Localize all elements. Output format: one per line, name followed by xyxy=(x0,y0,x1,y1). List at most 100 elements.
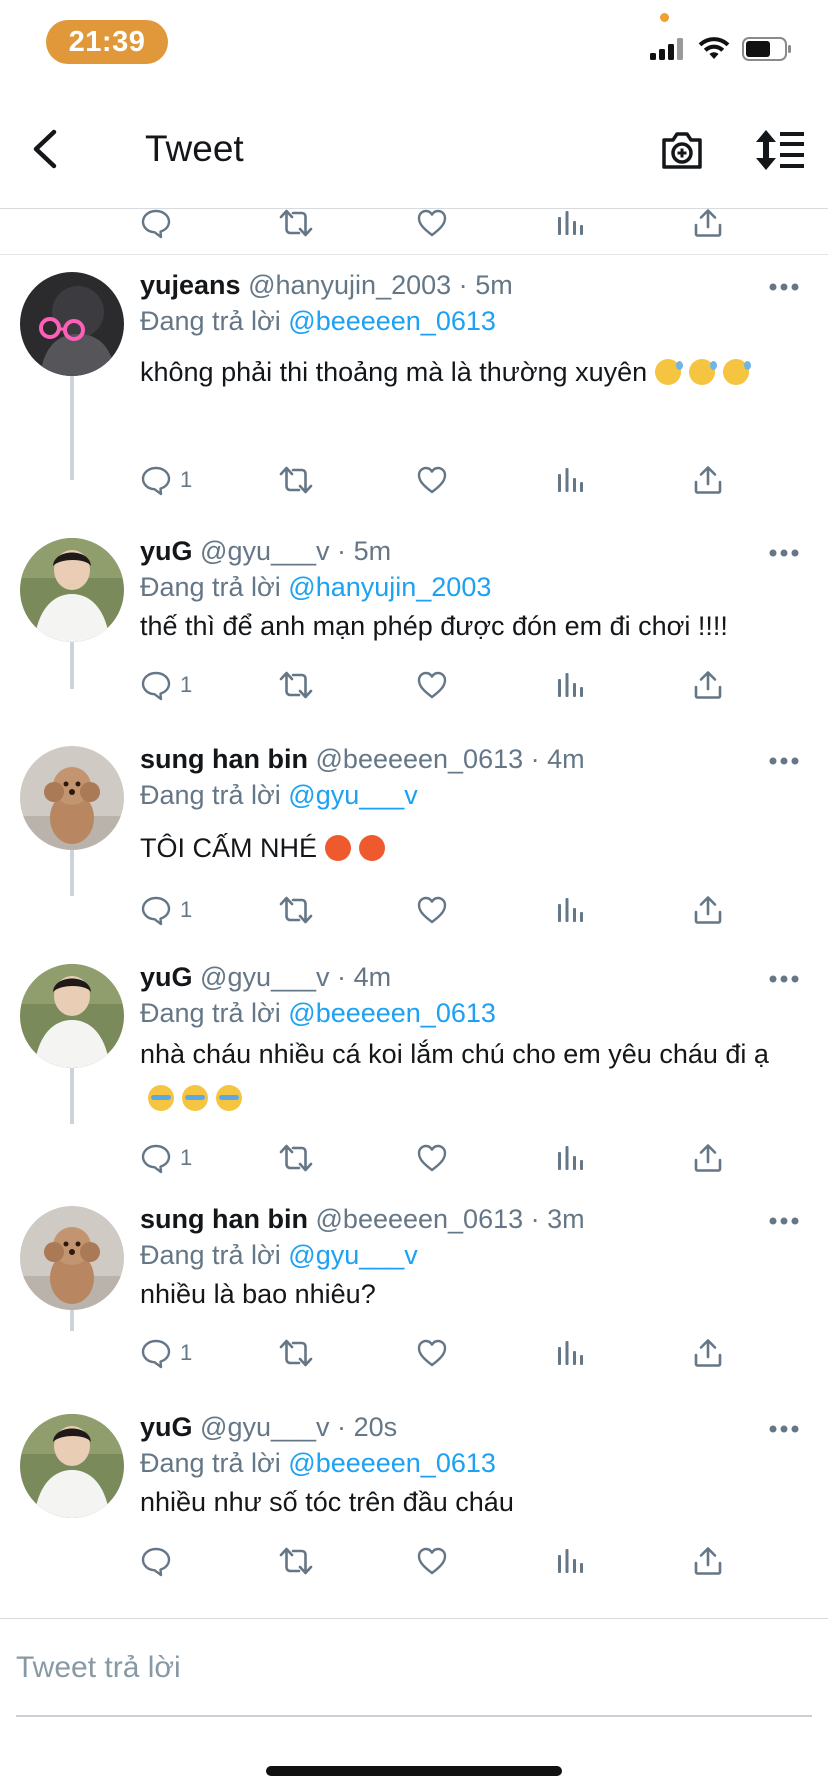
retweet-icon xyxy=(279,1339,313,1367)
wifi-icon xyxy=(698,37,730,59)
replying-to: Đang trả lời @gyu___v xyxy=(140,1240,418,1271)
analytics-button[interactable] xyxy=(554,205,586,241)
replying-to-mention[interactable]: @gyu___v xyxy=(288,780,418,810)
display-name[interactable]: sung han bin xyxy=(140,1204,308,1234)
like-button[interactable] xyxy=(416,667,448,703)
like-button[interactable] xyxy=(416,1140,448,1176)
more-options-button[interactable] xyxy=(768,972,800,986)
analytics-button[interactable] xyxy=(554,667,586,703)
display-name[interactable]: yuG xyxy=(140,962,193,992)
user-handle[interactable]: @gyu___v xyxy=(200,536,330,566)
separator-dot: · xyxy=(337,1412,347,1442)
replying-to-mention[interactable]: @hanyujin_2003 xyxy=(288,572,491,602)
signal-icon xyxy=(650,38,683,60)
retweet-button[interactable] xyxy=(278,892,314,928)
replying-to: Đang trả lời @hanyujin_2003 xyxy=(140,572,491,603)
reply-button[interactable]: 1 xyxy=(140,1140,192,1176)
display-name[interactable]: yuG xyxy=(140,1412,193,1442)
more-options-button[interactable] xyxy=(768,1214,800,1228)
display-name[interactable]: yuG xyxy=(140,536,193,566)
reply-button[interactable]: 1 xyxy=(140,1335,192,1371)
reply-button[interactable] xyxy=(140,205,172,241)
share-button[interactable] xyxy=(692,892,724,928)
share-button[interactable] xyxy=(692,205,724,241)
more-options-button[interactable] xyxy=(768,1422,800,1436)
share-icon xyxy=(694,1144,722,1172)
avatar[interactable] xyxy=(20,1414,124,1518)
reply-button[interactable]: 1 xyxy=(140,462,192,498)
like-button[interactable] xyxy=(416,205,448,241)
grinning-sweat-emoji-icon xyxy=(655,359,684,385)
user-handle[interactable]: @beeeeen_0613 xyxy=(316,744,524,774)
avatar[interactable] xyxy=(20,272,124,376)
camera-button[interactable] xyxy=(660,128,704,172)
display-name[interactable]: yujeans xyxy=(140,270,241,300)
reply-button[interactable]: 1 xyxy=(140,892,192,928)
analytics-button[interactable] xyxy=(554,1543,586,1579)
like-icon xyxy=(417,209,447,237)
replying-to-mention[interactable]: @beeeeen_0613 xyxy=(288,1448,496,1478)
reply-count: 1 xyxy=(180,467,193,492)
share-icon xyxy=(694,1547,722,1575)
like-icon xyxy=(417,896,447,924)
analytics-icon xyxy=(558,211,583,235)
share-button[interactable] xyxy=(692,462,724,498)
timestamp: 4m xyxy=(353,962,392,992)
user-handle[interactable]: @gyu___v xyxy=(200,1412,330,1442)
more-dots-icon xyxy=(769,1425,799,1433)
share-button[interactable] xyxy=(692,667,724,703)
tweet-header: yuG @gyu___v · 5m xyxy=(140,536,391,567)
avatar[interactable] xyxy=(20,746,124,850)
previous-tweet-actions xyxy=(0,209,828,253)
user-handle[interactable]: @hanyujin_2003 xyxy=(248,270,451,300)
user-handle[interactable]: @gyu___v xyxy=(200,962,330,992)
avatar[interactable] xyxy=(20,964,124,1068)
reply-icon xyxy=(141,1144,171,1174)
replying-to-label: Đang trả lời xyxy=(140,572,281,602)
like-icon xyxy=(417,671,447,699)
retweet-button[interactable] xyxy=(278,205,314,241)
user-handle[interactable]: @beeeeen_0613 xyxy=(316,1204,524,1234)
more-options-button[interactable] xyxy=(768,280,800,294)
replying-to-mention[interactable]: @beeeeen_0613 xyxy=(288,998,496,1028)
reply-button[interactable]: 1 xyxy=(140,667,192,703)
avatar[interactable] xyxy=(20,538,124,642)
like-button[interactable] xyxy=(416,462,448,498)
like-button[interactable] xyxy=(416,892,448,928)
like-button[interactable] xyxy=(416,1543,448,1579)
retweet-button[interactable] xyxy=(278,462,314,498)
sort-button[interactable] xyxy=(754,128,806,172)
reply-input[interactable] xyxy=(16,1639,810,1697)
retweet-button[interactable] xyxy=(278,1140,314,1176)
timestamp: 4m xyxy=(547,744,585,774)
replying-to-label: Đang trả lời xyxy=(140,998,281,1028)
more-options-button[interactable] xyxy=(768,754,800,768)
home-indicator[interactable] xyxy=(266,1766,562,1776)
more-options-button[interactable] xyxy=(768,546,800,560)
share-button[interactable] xyxy=(692,1543,724,1579)
avatar-image xyxy=(20,272,124,376)
share-button[interactable] xyxy=(692,1335,724,1371)
reply-input-underline xyxy=(16,1715,812,1717)
like-icon xyxy=(417,1547,447,1575)
display-name[interactable]: sung han bin xyxy=(140,744,308,774)
share-button[interactable] xyxy=(692,1140,724,1176)
tweet-actions: 1 xyxy=(140,667,740,703)
replying-to-mention[interactable]: @beeeeen_0613 xyxy=(288,306,496,336)
back-button[interactable] xyxy=(24,126,64,172)
avatar-image xyxy=(20,1414,124,1518)
replying-to: Đang trả lời @gyu___v xyxy=(140,780,418,811)
retweet-button[interactable] xyxy=(278,667,314,703)
camera-plus-icon xyxy=(662,132,702,169)
retweet-button[interactable] xyxy=(278,1543,314,1579)
like-button[interactable] xyxy=(416,1335,448,1371)
crying-emoji-icon xyxy=(148,1085,174,1111)
replying-to-mention[interactable]: @gyu___v xyxy=(288,1240,418,1270)
analytics-button[interactable] xyxy=(554,892,586,928)
analytics-button[interactable] xyxy=(554,462,586,498)
analytics-button[interactable] xyxy=(554,1335,586,1371)
analytics-button[interactable] xyxy=(554,1140,586,1176)
avatar[interactable] xyxy=(20,1206,124,1310)
retweet-button[interactable] xyxy=(278,1335,314,1371)
reply-button[interactable] xyxy=(140,1543,180,1579)
